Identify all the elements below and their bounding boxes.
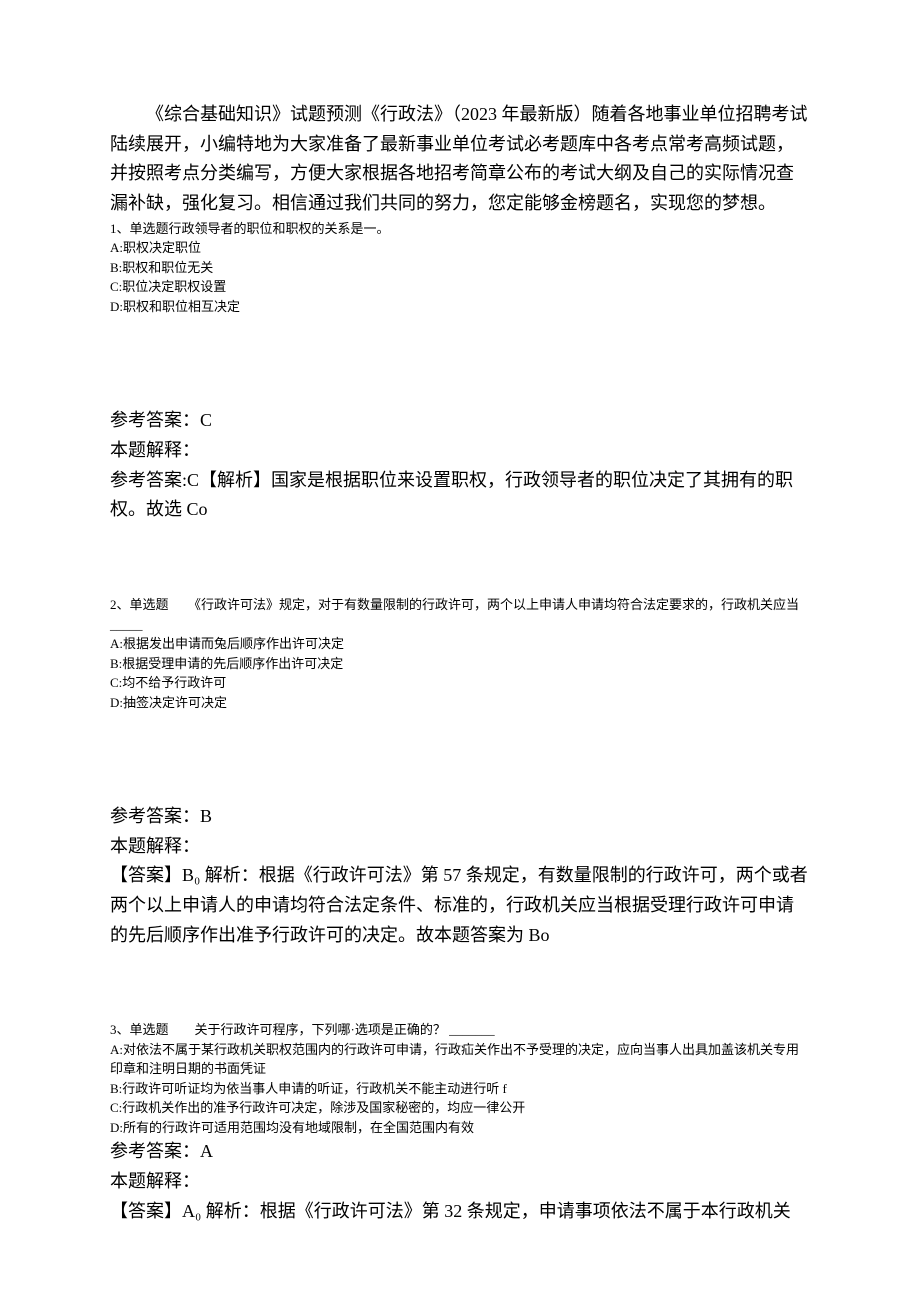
q3-option-d: D:所有的行政许可适用范围均没有地域限制，在全国范围内有效 xyxy=(110,1118,810,1138)
question-3: 3、单选题 关于行政许可程序，下列哪·选项是正确的？ _______ A:对依法… xyxy=(110,1020,810,1137)
spacer xyxy=(110,316,810,406)
spacer xyxy=(110,950,810,1020)
q1-explain-body: 参考答案:C【解析】国家是根据职位来设置职权，行政领导者的职位决定了其拥有的职权… xyxy=(110,466,810,525)
q3-option-c: C:行政机关作出的准予行政许可决定，除涉及国家秘密的，均应一律公开 xyxy=(110,1098,810,1118)
q2-explain-body: 【答案】B₀ 解析：根据《行政许可法》第 57 条规定，有数量限制的行政许可，两… xyxy=(110,861,810,950)
q2-option-d: D:抽签决定许可决定 xyxy=(110,693,810,713)
q1-option-c: C:职位决定职权设置 xyxy=(110,277,810,297)
q1-explain-label: 本题解释： xyxy=(110,436,810,466)
q2-stem: 2、单选题 《行政许可法》规定，对于有数量限制的行政许可，两个以上申请人申请均符… xyxy=(110,595,810,634)
q3-explain-body: 【答案】A₀ 解析：根据《行政许可法》第 32 条规定，申请事项依法不属于本行政… xyxy=(110,1197,810,1227)
q2-explain-label: 本题解释： xyxy=(110,832,810,862)
q3-explain-label: 本题解释： xyxy=(110,1167,810,1197)
question-1: 1、单选题行政领导者的职位和职权的关系是一。 A:职权决定职位 B:职权和职位无… xyxy=(110,219,810,317)
q3-option-b: B:行政许可听证均为依当事人申请的听证，行政机关不能主动进行听 f xyxy=(110,1079,810,1099)
q1-stem: 1、单选题行政领导者的职位和职权的关系是一。 xyxy=(110,219,810,239)
q1-option-a: A:职权决定职位 xyxy=(110,238,810,258)
q2-answer: 参考答案：B xyxy=(110,802,810,832)
spacer xyxy=(110,525,810,595)
q1-option-b: B:职权和职位无关 xyxy=(110,258,810,278)
document-page: 《综合基础知识》试题预测《行政法》（2023 年最新版）随着各地事业单位招聘考试… xyxy=(0,0,920,1287)
question-2: 2、单选题 《行政许可法》规定，对于有数量限制的行政许可，两个以上申请人申请均符… xyxy=(110,595,810,712)
q1-answer: 参考答案：C xyxy=(110,406,810,436)
spacer xyxy=(110,712,810,802)
q3-stem: 3、单选题 关于行政许可程序，下列哪·选项是正确的？ _______ xyxy=(110,1020,810,1040)
intro-paragraph: 《综合基础知识》试题预测《行政法》（2023 年最新版）随着各地事业单位招聘考试… xyxy=(110,100,810,219)
q3-answer: 参考答案：A xyxy=(110,1137,810,1167)
q2-option-b: B:根据受理申请的先后顺序作出许可决定 xyxy=(110,654,810,674)
q1-option-d: D:职权和职位相互决定 xyxy=(110,297,810,317)
q2-option-a: A:根据发出申请而兔后顺序作出许可决定 xyxy=(110,634,810,654)
q3-option-a: A:对依法不属于某行政机关职权范围内的行政许可申请，行政疝关作出不予受理的决定，… xyxy=(110,1040,810,1079)
q2-option-c: C:均不给予行政许可 xyxy=(110,673,810,693)
